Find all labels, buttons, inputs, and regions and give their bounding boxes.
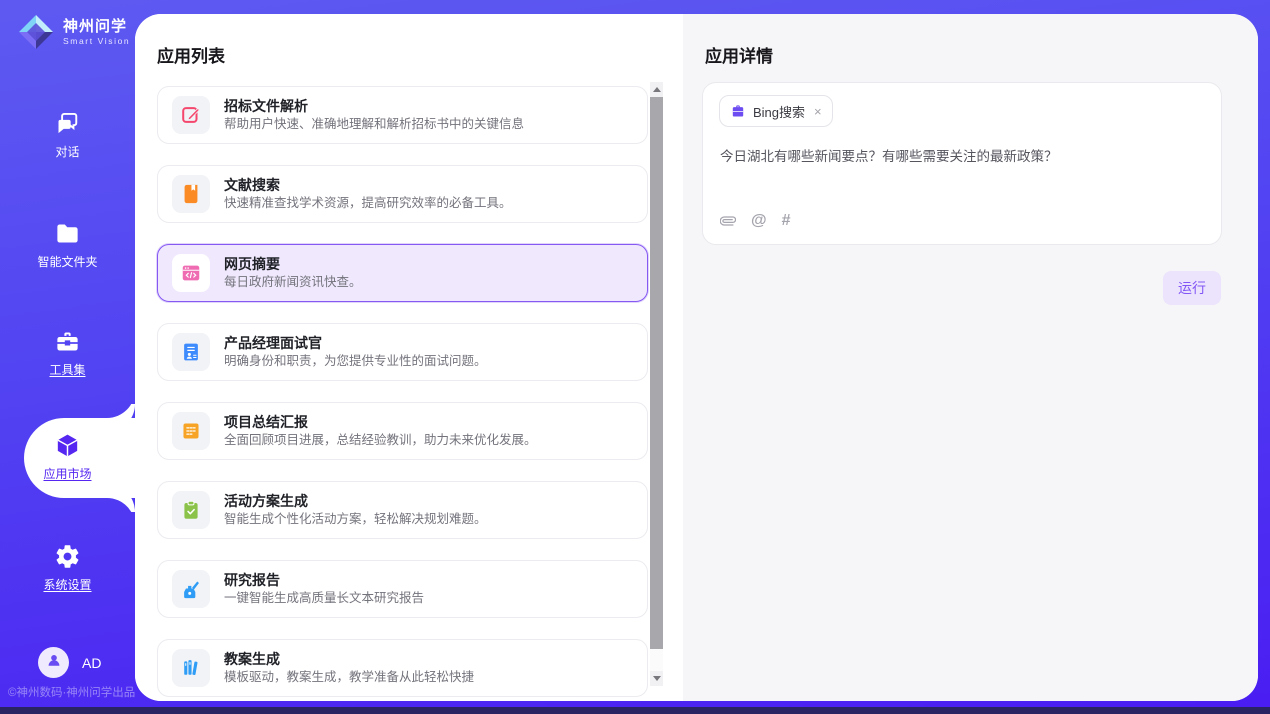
prompt-input-card[interactable]: Bing搜索 × 今日湖北有哪些新闻要点？有哪些需要关注的最新政策？ @#	[702, 82, 1222, 245]
app-card-title: 产品经理面试官	[224, 336, 487, 350]
app-card-title: 网页摘要	[224, 257, 362, 271]
tool-tag-label: Bing搜索	[753, 102, 805, 121]
app-card-bid-document-analysis[interactable]: 招标文件解析帮助用户快速、准确地理解和解析招标书中的关键信息	[157, 86, 648, 144]
app-card-text: 活动方案生成智能生成个性化活动方案，轻松解决规划难题。	[224, 494, 487, 526]
app-card-title: 研究报告	[224, 573, 424, 587]
app-card-text: 产品经理面试官明确身份和职责，为您提供专业性的面试问题。	[224, 336, 487, 368]
app-icon-box	[172, 412, 210, 450]
avatar	[38, 647, 69, 678]
app-card-text: 招标文件解析帮助用户快速、准确地理解和解析招标书中的关键信息	[224, 99, 524, 131]
user-icon	[45, 651, 63, 674]
app-card-pm-interviewer[interactable]: 产品经理面试官明确身份和职责，为您提供专业性的面试问题。	[157, 323, 648, 381]
app-card-desc: 明确身份和职责，为您提供专业性的面试问题。	[224, 355, 487, 368]
tag-close-icon[interactable]: ×	[814, 104, 822, 119]
sidebar-item-settings[interactable]: 系统设置	[0, 543, 135, 593]
app-icon-box	[172, 491, 210, 529]
app-card-desc: 帮助用户快速、准确地理解和解析招标书中的关键信息	[224, 118, 524, 131]
app-card-desc: 全面回顾项目进展，总结经验教训，助力未来优化发展。	[224, 434, 537, 447]
scrollbar-up-arrow[interactable]	[650, 82, 663, 97]
interview-icon	[180, 341, 202, 363]
toolbox-icon	[54, 328, 81, 355]
sidebar-item-toolset[interactable]: 工具集	[0, 328, 135, 378]
tool-tag-bing-search[interactable]: Bing搜索 ×	[719, 95, 833, 127]
copyright-text: ©神州数码·神州问学出品	[8, 684, 135, 700]
browser-code-icon	[180, 262, 202, 284]
ink-icon	[180, 578, 202, 600]
content-area: 应用列表 招标文件解析帮助用户快速、准确地理解和解析招标书中的关键信息文献搜索快…	[135, 14, 1258, 701]
app-card-text: 研究报告一键智能生成高质量长文本研究报告	[224, 573, 424, 605]
book-icon	[180, 183, 202, 205]
sidebar-item-label: 应用市场	[43, 465, 91, 482]
app-detail-title: 应用详情	[705, 42, 773, 67]
app-card-desc: 一键智能生成高质量长文本研究报告	[224, 592, 424, 605]
hash-icon[interactable]: #	[782, 213, 791, 229]
app-card-project-summary[interactable]: 项目总结汇报全面回顾项目进展，总结经验教训，助力未来优化发展。	[157, 402, 648, 460]
briefcase-icon	[730, 103, 746, 119]
sidebar-item-label: 工具集	[49, 361, 85, 378]
app-icon-box	[172, 570, 210, 608]
app-list-panel: 应用列表 招标文件解析帮助用户快速、准确地理解和解析招标书中的关键信息文献搜索快…	[135, 14, 683, 701]
user-account[interactable]: AD	[38, 647, 101, 678]
note-icon	[180, 420, 202, 442]
app-icon-box	[172, 96, 210, 134]
app-card-desc: 快速精准查找学术资源，提高研究效率的必备工具。	[224, 197, 512, 210]
app-card-desc: 每日政府新闻资讯快查。	[224, 276, 362, 289]
app-card-activity-plan[interactable]: 活动方案生成智能生成个性化活动方案，轻松解决规划难题。	[157, 481, 648, 539]
app-card-title: 招标文件解析	[224, 99, 524, 113]
app-icon-box	[172, 175, 210, 213]
app-card-text: 教案生成模板驱动，教案生成，教学准备从此轻松快捷	[224, 652, 474, 684]
brand-logo: 神州问学 Smart Vision	[16, 12, 130, 52]
folder-icon	[54, 220, 81, 247]
app-card-desc: 模板驱动，教案生成，教学准备从此轻松快捷	[224, 671, 474, 684]
app-card-title: 文献搜索	[224, 178, 512, 192]
cube-icon	[54, 432, 81, 459]
run-button[interactable]: 运行	[1163, 271, 1221, 305]
app-window: 神州问学 Smart Vision 对话智能文件夹工具集应用市场系统设置 AD …	[0, 0, 1270, 714]
app-card-text: 网页摘要每日政府新闻资讯快查。	[224, 257, 362, 289]
sidebar-item-label: 系统设置	[43, 576, 91, 593]
prompt-text[interactable]: 今日湖北有哪些新闻要点？有哪些需要关注的最新政策？	[720, 147, 1204, 167]
list-scrollbar[interactable]	[650, 82, 663, 686]
app-list-title: 应用列表	[157, 42, 225, 67]
app-icon-box	[172, 333, 210, 371]
gear-icon	[54, 543, 81, 570]
scrollbar-thumb[interactable]	[650, 97, 663, 649]
app-card-desc: 智能生成个性化活动方案，轻松解决规划难题。	[224, 513, 487, 526]
app-card-literature-search[interactable]: 文献搜索快速精准查找学术资源，提高研究效率的必备工具。	[157, 165, 648, 223]
sidebar-item-app-market[interactable]: 应用市场	[0, 432, 135, 482]
app-card-title: 活动方案生成	[224, 494, 487, 508]
scrollbar-down-arrow[interactable]	[650, 671, 663, 686]
at-icon[interactable]: @	[751, 213, 767, 229]
chat-icon	[54, 110, 81, 137]
brand-text: 神州问学 Smart Vision	[63, 18, 130, 46]
app-detail-panel: 应用详情 Bing搜索 × 今日湖北有哪些新闻要点？有哪些需要关注的最新政策？ …	[683, 14, 1258, 701]
app-icon-box	[172, 254, 210, 292]
bottom-edge-strip	[0, 707, 1270, 714]
user-name: AD	[82, 655, 101, 671]
app-card-text: 项目总结汇报全面回顾项目进展，总结经验教训，助力未来优化发展。	[224, 415, 537, 447]
brand-subtitle: Smart Vision	[63, 36, 130, 46]
sidebar: 神州问学 Smart Vision 对话智能文件夹工具集应用市场系统设置 AD …	[0, 0, 135, 714]
app-card-web-summary[interactable]: 网页摘要每日政府新闻资讯快查。	[157, 244, 648, 302]
paperclip-icon[interactable]	[720, 213, 736, 229]
brand-name: 神州问学	[63, 18, 130, 36]
app-card-text: 文献搜索快速精准查找学术资源，提高研究效率的必备工具。	[224, 178, 512, 210]
app-card-lesson-plan[interactable]: 教案生成模板驱动，教案生成，教学准备从此轻松快捷	[157, 639, 648, 697]
clipboard-check-icon	[180, 499, 202, 521]
sidebar-item-smart-folder[interactable]: 智能文件夹	[0, 220, 135, 270]
app-icon-box	[172, 649, 210, 687]
app-card-research-report[interactable]: 研究报告一键智能生成高质量长文本研究报告	[157, 560, 648, 618]
app-card-title: 项目总结汇报	[224, 415, 537, 429]
sidebar-item-chat[interactable]: 对话	[0, 110, 135, 160]
sidebar-item-label: 智能文件夹	[37, 253, 97, 270]
gem-logo-icon	[16, 12, 56, 52]
app-card-title: 教案生成	[224, 652, 474, 666]
input-toolbar: @#	[720, 213, 791, 229]
books-icon	[180, 657, 202, 679]
sidebar-item-label: 对话	[55, 143, 79, 160]
edit-square-icon	[180, 104, 202, 126]
